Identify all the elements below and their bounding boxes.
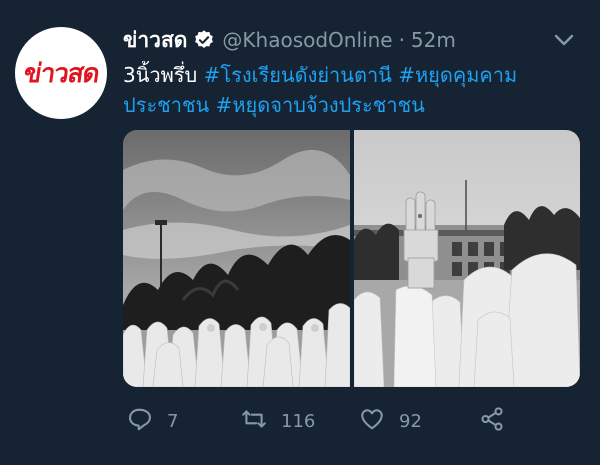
retweet-count: 116 — [281, 411, 316, 432]
display-name[interactable]: ข่าวสด — [123, 24, 187, 57]
tweet-header: ข่าวสด @KhaosodOnline · 52m — [123, 22, 456, 58]
verified-badge-icon — [193, 29, 215, 51]
reply-count: 7 — [167, 411, 179, 432]
tweet-text-prefix: 3นิ้วพรึ่บ — [123, 63, 204, 87]
avatar[interactable]: ข่าวสด — [15, 27, 107, 119]
timestamp[interactable]: 52m — [411, 28, 456, 52]
reply-button[interactable]: 7 — [127, 406, 178, 437]
tweet-text: 3นิ้วพรึ่บ #โรงเรียนดังย่านตานี #หยุดคุม… — [123, 60, 578, 120]
tweet-actions: 7 116 92 — [123, 398, 583, 442]
reply-icon — [127, 406, 153, 437]
share-button[interactable] — [479, 406, 505, 437]
tweet-card[interactable]: ข่าวสด ข่าวสด @KhaosodOnline · 52m 3นิ้ว… — [0, 0, 600, 465]
heart-icon — [359, 406, 385, 437]
hashtag-link[interactable]: #โรงเรียนดังย่านตานี — [204, 63, 392, 87]
share-icon — [479, 406, 505, 437]
retweet-icon — [241, 406, 267, 437]
avatar-logo-text: ข่าวสด — [21, 58, 101, 89]
handle[interactable]: @KhaosodOnline — [222, 28, 392, 52]
hashtag-link[interactable]: #หยุดจาบจ้วงประชาชน — [216, 93, 425, 117]
like-button[interactable]: 92 — [359, 406, 422, 437]
media-grid — [123, 130, 580, 387]
retweet-button[interactable]: 116 — [241, 406, 315, 437]
chevron-down-icon[interactable] — [552, 28, 576, 52]
photo-students-assembly[interactable] — [123, 130, 350, 387]
separator-dot: · — [398, 28, 405, 52]
photo-three-finger-salute[interactable] — [353, 130, 581, 387]
like-count: 92 — [399, 411, 422, 432]
